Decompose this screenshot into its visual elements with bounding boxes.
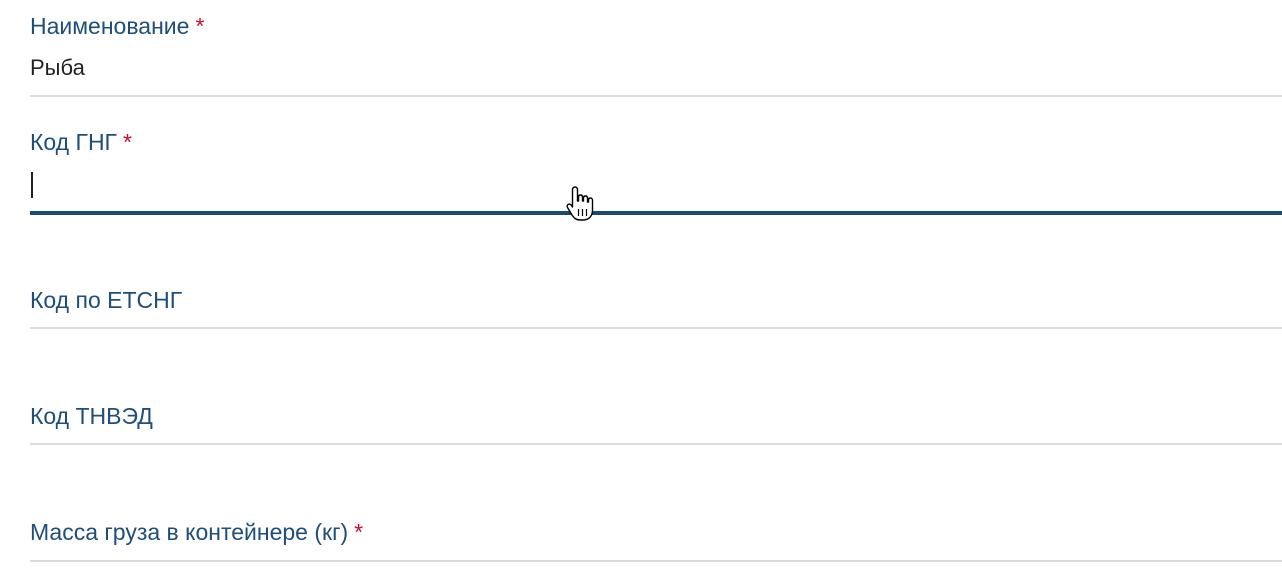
etsng-code-underline (30, 327, 1282, 329)
text-caret (31, 172, 33, 198)
name-field: Наименование * (30, 0, 1282, 100)
name-label: Наименование * (30, 12, 204, 40)
name-underline (30, 95, 1282, 97)
cargo-weight-field[interactable]: Масса груза в контейнере (кг) * (30, 448, 1282, 564)
tnved-code-field[interactable]: Код ТНВЭД (30, 332, 1282, 448)
cargo-weight-underline (30, 560, 1282, 562)
cargo-form: Наименование* Код ГНГ* Код по ЕТСНГ Код … (0, 0, 1282, 580)
gng-code-label-text: Код ГНГ (30, 129, 118, 155)
tnved-code-label: Код ТНВЭД (30, 402, 153, 430)
required-asterisk: * (123, 129, 132, 155)
gng-code-field: Код ГНГ * (30, 100, 1282, 220)
cargo-weight-label-text: Масса груза в контейнере (кг) (30, 519, 349, 545)
required-asterisk: * (354, 519, 364, 545)
cargo-weight-label: Масса груза в контейнере (кг) * (30, 518, 363, 546)
etsng-code-label-text: Код по ЕТСНГ (30, 287, 183, 313)
tnved-code-underline (30, 443, 1282, 445)
name-input[interactable] (30, 54, 1282, 82)
gng-code-underline-active (30, 211, 1282, 215)
hand-pointer-icon (566, 186, 594, 221)
etsng-code-label: Код по ЕТСНГ (30, 286, 182, 314)
required-asterisk: * (195, 13, 205, 39)
name-label-text: Наименование (30, 13, 190, 39)
tnved-code-label-text: Код ТНВЭД (30, 403, 153, 429)
etsng-code-field[interactable]: Код по ЕТСНГ (30, 220, 1282, 332)
gng-code-label: Код ГНГ * (30, 128, 132, 156)
gng-code-input[interactable] (30, 170, 1282, 198)
